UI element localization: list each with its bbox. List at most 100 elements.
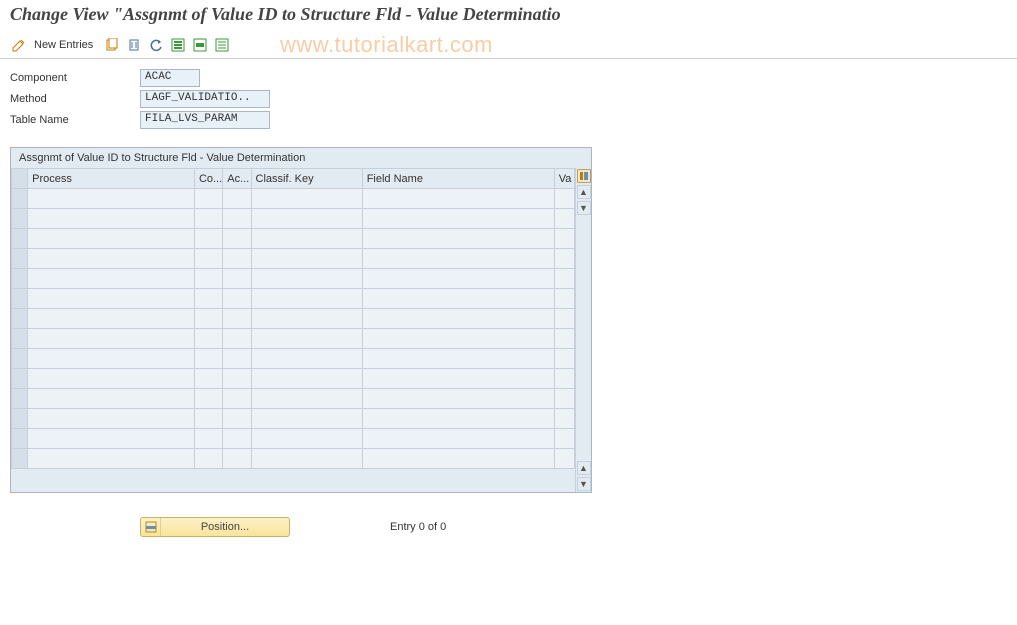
- cell-va[interactable]: [554, 389, 574, 409]
- cell-ac[interactable]: [223, 249, 251, 269]
- row-selector[interactable]: [12, 229, 28, 249]
- cell-classif[interactable]: [251, 289, 362, 309]
- cell-co[interactable]: [194, 449, 222, 469]
- cell-co[interactable]: [194, 409, 222, 429]
- cell-co[interactable]: [194, 309, 222, 329]
- cell-classif[interactable]: [251, 329, 362, 349]
- cell-classif[interactable]: [251, 189, 362, 209]
- deselect-all-icon[interactable]: [213, 36, 231, 54]
- row-selector[interactable]: [12, 429, 28, 449]
- cell-field[interactable]: [362, 349, 554, 369]
- row-selector[interactable]: [12, 329, 28, 349]
- cell-co[interactable]: [194, 229, 222, 249]
- cell-co[interactable]: [194, 369, 222, 389]
- cell-field[interactable]: [362, 389, 554, 409]
- cell-classif[interactable]: [251, 209, 362, 229]
- cell-classif[interactable]: [251, 249, 362, 269]
- copy-as-icon[interactable]: [103, 36, 121, 54]
- cell-field[interactable]: [362, 429, 554, 449]
- cell-field[interactable]: [362, 229, 554, 249]
- row-selector[interactable]: [12, 389, 28, 409]
- cell-ac[interactable]: [223, 349, 251, 369]
- cell-co[interactable]: [194, 289, 222, 309]
- cell-va[interactable]: [554, 329, 574, 349]
- cell-ac[interactable]: [223, 229, 251, 249]
- cell-process[interactable]: [28, 349, 195, 369]
- undo-change-icon[interactable]: [147, 36, 165, 54]
- cell-va[interactable]: [554, 349, 574, 369]
- cell-co[interactable]: [194, 349, 222, 369]
- cell-co[interactable]: [194, 329, 222, 349]
- cell-field[interactable]: [362, 309, 554, 329]
- cell-field[interactable]: [362, 409, 554, 429]
- cell-process[interactable]: [28, 329, 195, 349]
- cell-process[interactable]: [28, 289, 195, 309]
- column-header-field[interactable]: Field Name: [362, 169, 554, 189]
- cell-ac[interactable]: [223, 189, 251, 209]
- new-entries-button[interactable]: New Entries: [32, 39, 99, 51]
- cell-ac[interactable]: [223, 209, 251, 229]
- cell-classif[interactable]: [251, 229, 362, 249]
- cell-va[interactable]: [554, 269, 574, 289]
- cell-process[interactable]: [28, 429, 195, 449]
- delete-icon[interactable]: [125, 36, 143, 54]
- column-header-selector[interactable]: [12, 169, 28, 189]
- row-selector[interactable]: [12, 369, 28, 389]
- row-selector[interactable]: [12, 349, 28, 369]
- column-header-classif[interactable]: Classif. Key: [251, 169, 362, 189]
- cell-va[interactable]: [554, 249, 574, 269]
- cell-classif[interactable]: [251, 389, 362, 409]
- cell-process[interactable]: [28, 189, 195, 209]
- cell-classif[interactable]: [251, 309, 362, 329]
- vertical-scrollbar[interactable]: ▲ ▼ ▲ ▼: [575, 168, 591, 492]
- column-header-co[interactable]: Co...: [194, 169, 222, 189]
- cell-va[interactable]: [554, 369, 574, 389]
- cell-field[interactable]: [362, 369, 554, 389]
- cell-field[interactable]: [362, 209, 554, 229]
- row-selector[interactable]: [12, 409, 28, 429]
- cell-field[interactable]: [362, 289, 554, 309]
- component-field[interactable]: ACAC: [140, 69, 200, 87]
- cell-co[interactable]: [194, 249, 222, 269]
- row-selector[interactable]: [12, 289, 28, 309]
- cell-classif[interactable]: [251, 269, 362, 289]
- column-header-ac[interactable]: Ac...: [223, 169, 251, 189]
- cell-classif[interactable]: [251, 429, 362, 449]
- cell-va[interactable]: [554, 189, 574, 209]
- cell-process[interactable]: [28, 389, 195, 409]
- cell-field[interactable]: [362, 249, 554, 269]
- cell-ac[interactable]: [223, 369, 251, 389]
- cell-classif[interactable]: [251, 349, 362, 369]
- cell-va[interactable]: [554, 429, 574, 449]
- cell-process[interactable]: [28, 409, 195, 429]
- cell-classif[interactable]: [251, 369, 362, 389]
- cell-va[interactable]: [554, 449, 574, 469]
- cell-ac[interactable]: [223, 309, 251, 329]
- cell-process[interactable]: [28, 229, 195, 249]
- cell-co[interactable]: [194, 269, 222, 289]
- cell-co[interactable]: [194, 389, 222, 409]
- row-selector[interactable]: [12, 209, 28, 229]
- column-header-va[interactable]: Va: [554, 169, 574, 189]
- scroll-up-button[interactable]: ▲: [577, 185, 591, 199]
- cell-ac[interactable]: [223, 289, 251, 309]
- cell-process[interactable]: [28, 369, 195, 389]
- scroll-down-button-2[interactable]: ▼: [577, 477, 591, 491]
- method-field[interactable]: LAGF_VALIDATIO..: [140, 90, 270, 108]
- row-selector[interactable]: [12, 309, 28, 329]
- cell-field[interactable]: [362, 449, 554, 469]
- cell-field[interactable]: [362, 269, 554, 289]
- cell-ac[interactable]: [223, 409, 251, 429]
- scroll-down-button[interactable]: ▼: [577, 201, 591, 215]
- cell-process[interactable]: [28, 449, 195, 469]
- position-button[interactable]: Position...: [140, 517, 290, 537]
- cell-co[interactable]: [194, 429, 222, 449]
- toggle-display-change-icon[interactable]: [10, 36, 28, 54]
- row-selector[interactable]: [12, 249, 28, 269]
- cell-va[interactable]: [554, 409, 574, 429]
- table-settings-icon[interactable]: [577, 169, 591, 183]
- cell-ac[interactable]: [223, 269, 251, 289]
- cell-field[interactable]: [362, 189, 554, 209]
- cell-co[interactable]: [194, 209, 222, 229]
- row-selector[interactable]: [12, 269, 28, 289]
